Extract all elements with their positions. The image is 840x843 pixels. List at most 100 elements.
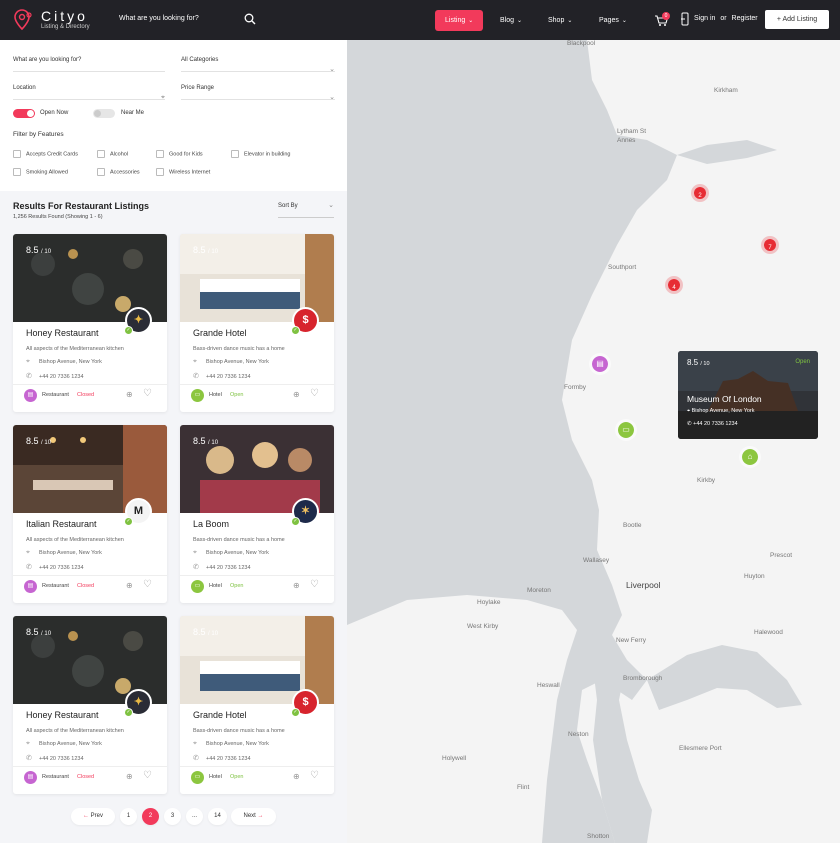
- listing-status: Open: [230, 774, 244, 780]
- feature-checkbox[interactable]: Accepts Credit Cards: [13, 150, 78, 158]
- listing-card[interactable]: 8.5 / 10 ✶ ✓ La Boom Bass-driven dance music…: [180, 425, 334, 603]
- header-search-input[interactable]: What are you looking for?: [119, 15, 199, 22]
- arrow-right-icon: →: [255, 813, 264, 819]
- map-label: Lytham St Annes: [617, 128, 647, 144]
- login-icon[interactable]: [681, 12, 689, 26]
- listing-card[interactable]: 8.5 / 10 $ ✓ Grande Hotel Bass-driven dance …: [180, 234, 334, 412]
- keyword-field[interactable]: What are you looking for?: [13, 44, 165, 72]
- hotel-map-marker[interactable]: ▭: [615, 419, 637, 441]
- results-title: Results For Restaurant Listings: [13, 201, 150, 211]
- listing-status: Open: [230, 583, 244, 589]
- listing-category[interactable]: Restaurant: [42, 583, 69, 589]
- zoom-icon[interactable]: ⊕: [293, 390, 300, 399]
- listing-category[interactable]: Restaurant: [42, 392, 69, 398]
- restaurant-map-marker[interactable]: ▤: [589, 353, 611, 375]
- map-label: Formby: [564, 384, 587, 391]
- listing-card[interactable]: 8.5 / 10 M ✓ Italian Restaurant All aspects …: [13, 425, 167, 603]
- listing-name[interactable]: Honey Restaurant: [26, 710, 99, 720]
- add-listing-button[interactable]: + Add Listing: [765, 10, 829, 29]
- pagination-prev[interactable]: ← Prev: [71, 808, 115, 825]
- listing-name[interactable]: Grande Hotel: [193, 710, 247, 720]
- museum-icon: ⌂: [747, 452, 753, 461]
- map-marker-icon: ⌖: [26, 740, 30, 747]
- listing-name[interactable]: Italian Restaurant: [26, 519, 97, 529]
- listing-phone: ✆ +44 20 7336 1234: [26, 755, 84, 762]
- category-select[interactable]: All Categories ⌄: [181, 44, 335, 73]
- listing-name[interactable]: Grande Hotel: [193, 328, 247, 338]
- listing-address: ⌖ Bishop Avenue, New York: [26, 740, 102, 747]
- map-view[interactable]: Blackpool Kirkham Lytham St Annes Southp…: [347, 40, 840, 843]
- listing-category[interactable]: Restaurant: [42, 774, 69, 780]
- map-cluster-marker[interactable]: 2: [691, 184, 709, 202]
- heart-icon[interactable]: ♡: [143, 388, 152, 399]
- price-range-select[interactable]: Price Range ⌄: [181, 72, 335, 101]
- heart-icon[interactable]: ♡: [310, 770, 319, 781]
- museum-map-marker[interactable]: ⌂: [739, 446, 761, 468]
- phone-icon: ✆: [193, 564, 199, 571]
- brand-name: Cityo: [41, 8, 88, 24]
- zoom-icon[interactable]: ⊕: [126, 390, 133, 399]
- pagination-page-current[interactable]: 2: [142, 808, 159, 825]
- nav-listing[interactable]: Listing ⌄: [435, 10, 484, 31]
- bed-icon: ▭: [622, 425, 630, 434]
- feature-checkbox[interactable]: Smoking Allowed: [13, 168, 68, 176]
- pagination-page[interactable]: 1: [120, 808, 137, 825]
- heart-icon[interactable]: ♡: [143, 770, 152, 781]
- listing-status: Open: [230, 392, 244, 398]
- listing-status: Closed: [77, 392, 95, 398]
- map-label: New Ferry: [616, 637, 646, 644]
- map-cluster-marker[interactable]: 7: [761, 236, 779, 254]
- map-info-popup[interactable]: 8.5 / 10 Open Museum Of London ⌖ Bishop …: [678, 351, 818, 439]
- feature-checkbox[interactable]: Accessories: [97, 168, 140, 176]
- listing-card[interactable]: 8.5 / 10 ✦ ✓ Honey Restaurant All aspects of…: [13, 234, 167, 412]
- verified-check-icon: ✓: [124, 326, 133, 335]
- listing-description: Bass-driven dance music has a home: [193, 537, 285, 543]
- listing-name[interactable]: La Boom: [193, 519, 229, 529]
- heart-icon[interactable]: ♡: [310, 579, 319, 590]
- verified-check-icon: ✓: [291, 326, 300, 335]
- nav-blog[interactable]: Blog ⌄: [500, 10, 522, 31]
- verified-check-icon: ✓: [124, 708, 133, 717]
- map-terrain: [347, 40, 840, 843]
- map-label: Liverpool: [626, 580, 661, 590]
- heart-icon[interactable]: ♡: [310, 388, 319, 399]
- zoom-icon[interactable]: ⊕: [126, 581, 133, 590]
- shopping-basket-icon: ▤: [24, 771, 37, 784]
- listing-name[interactable]: Honey Restaurant: [26, 328, 99, 338]
- sort-by-select[interactable]: Sort By ⌄: [278, 196, 334, 218]
- feature-checkbox[interactable]: Elevator in building: [231, 150, 290, 158]
- listing-category[interactable]: Hotel: [209, 583, 222, 589]
- listing-phone: ✆ +44 20 7336 1234: [26, 373, 84, 380]
- heart-icon[interactable]: ♡: [143, 579, 152, 590]
- open-now-toggle[interactable]: [13, 109, 35, 118]
- nav-shop[interactable]: Shop ⌄: [548, 10, 572, 31]
- zoom-icon[interactable]: ⊕: [293, 772, 300, 781]
- listing-card[interactable]: 8.5 / 10 ✦ ✓ Honey Restaurant All aspects of…: [13, 616, 167, 794]
- location-field[interactable]: Location ⌖: [13, 72, 165, 101]
- listing-status: Closed: [77, 774, 95, 780]
- near-me-toggle[interactable]: [93, 109, 115, 118]
- nav-pages[interactable]: Pages ⌄: [599, 10, 627, 31]
- map-marker-icon: ⌖: [161, 94, 165, 101]
- search-icon[interactable]: [244, 13, 256, 25]
- arrow-left-icon: ←: [82, 813, 91, 819]
- listing-phone: ✆ +44 20 7336 1234: [193, 373, 251, 380]
- feature-checkbox[interactable]: Alcohol: [97, 150, 128, 158]
- sign-in-link[interactable]: Sign in: [694, 15, 715, 22]
- listing-category[interactable]: Hotel: [209, 774, 222, 780]
- zoom-icon[interactable]: ⊕: [126, 772, 133, 781]
- zoom-icon[interactable]: ⊕: [293, 581, 300, 590]
- popup-title: Museum Of London: [687, 394, 762, 404]
- feature-checkbox[interactable]: Wireless Internet: [156, 168, 210, 176]
- pagination-page[interactable]: 14: [208, 808, 227, 825]
- feature-checkbox[interactable]: Good for Kids: [156, 150, 203, 158]
- listing-category[interactable]: Hotel: [209, 392, 222, 398]
- listing-description: Bass-driven dance music has a home: [193, 346, 285, 352]
- map-cluster-marker[interactable]: 4: [665, 276, 683, 294]
- chevron-down-icon: ⌄: [468, 18, 474, 24]
- register-link[interactable]: Register: [732, 15, 758, 22]
- location-pin-icon: [14, 9, 32, 31]
- pagination-page[interactable]: 3: [164, 808, 181, 825]
- listing-card[interactable]: 8.5 / 10 $ ✓ Grande Hotel Bass-driven dance …: [180, 616, 334, 794]
- pagination-next[interactable]: Next →: [231, 808, 276, 825]
